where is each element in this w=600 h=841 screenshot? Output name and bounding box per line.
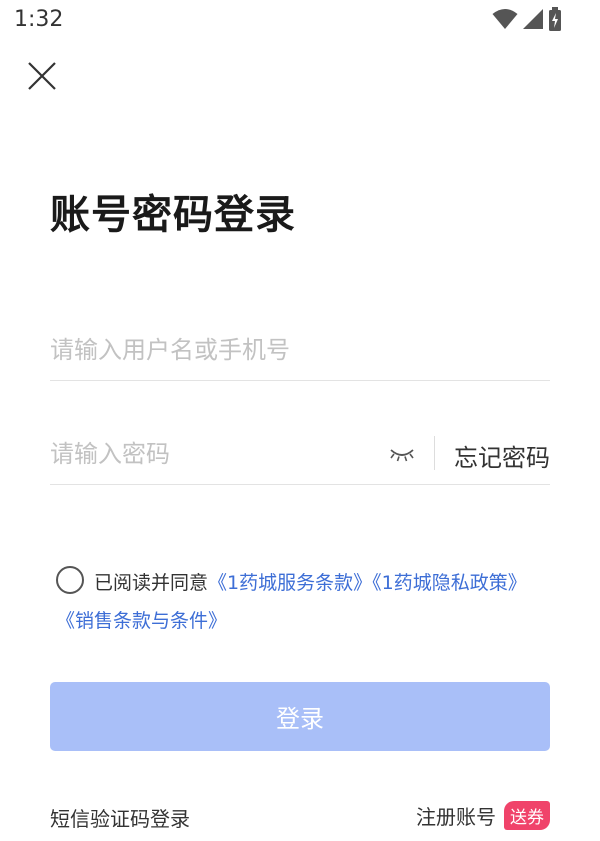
wifi-icon <box>492 9 518 29</box>
register-label: 注册账号 <box>416 805 496 829</box>
agreement-line: 已阅读并同意《1药城服务条款》《1药城隐私政策》 <box>94 568 550 595</box>
password-field: 忘记密码 <box>50 424 550 485</box>
close-button[interactable] <box>22 56 62 96</box>
agreement-line-2: 《销售条款与条件》 <box>56 606 227 633</box>
sms-login-link[interactable]: 短信验证码登录 <box>50 803 190 832</box>
register-link[interactable]: 注册账号 送券 <box>416 801 550 830</box>
login-button[interactable]: 登录 <box>50 682 550 751</box>
coupon-badge: 送券 <box>504 801 550 830</box>
field-divider <box>434 436 435 470</box>
username-input[interactable] <box>50 328 550 372</box>
agreement-checkbox[interactable] <box>56 566 84 594</box>
close-icon <box>28 62 56 90</box>
password-input[interactable] <box>50 432 370 476</box>
status-icons <box>492 7 562 31</box>
status-bar: 1:32 <box>0 0 600 40</box>
password-visibility-toggle[interactable] <box>386 438 418 470</box>
page-title: 账号密码登录 <box>50 192 296 238</box>
privacy-policy-link[interactable]: 《1药城隐私政策》 <box>372 572 527 594</box>
agreement-prefix: 已阅读并同意 <box>94 572 209 594</box>
sales-terms-link[interactable]: 《销售条款与条件》 <box>56 610 227 632</box>
status-time: 1:32 <box>14 7 64 32</box>
cellular-signal-icon <box>523 9 543 29</box>
service-terms-link[interactable]: 《1药城服务条款》 <box>208 572 372 594</box>
eye-closed-icon <box>390 449 414 462</box>
username-field <box>50 320 550 381</box>
battery-icon <box>549 7 561 31</box>
forgot-password-link[interactable]: 忘记密码 <box>454 438 550 473</box>
